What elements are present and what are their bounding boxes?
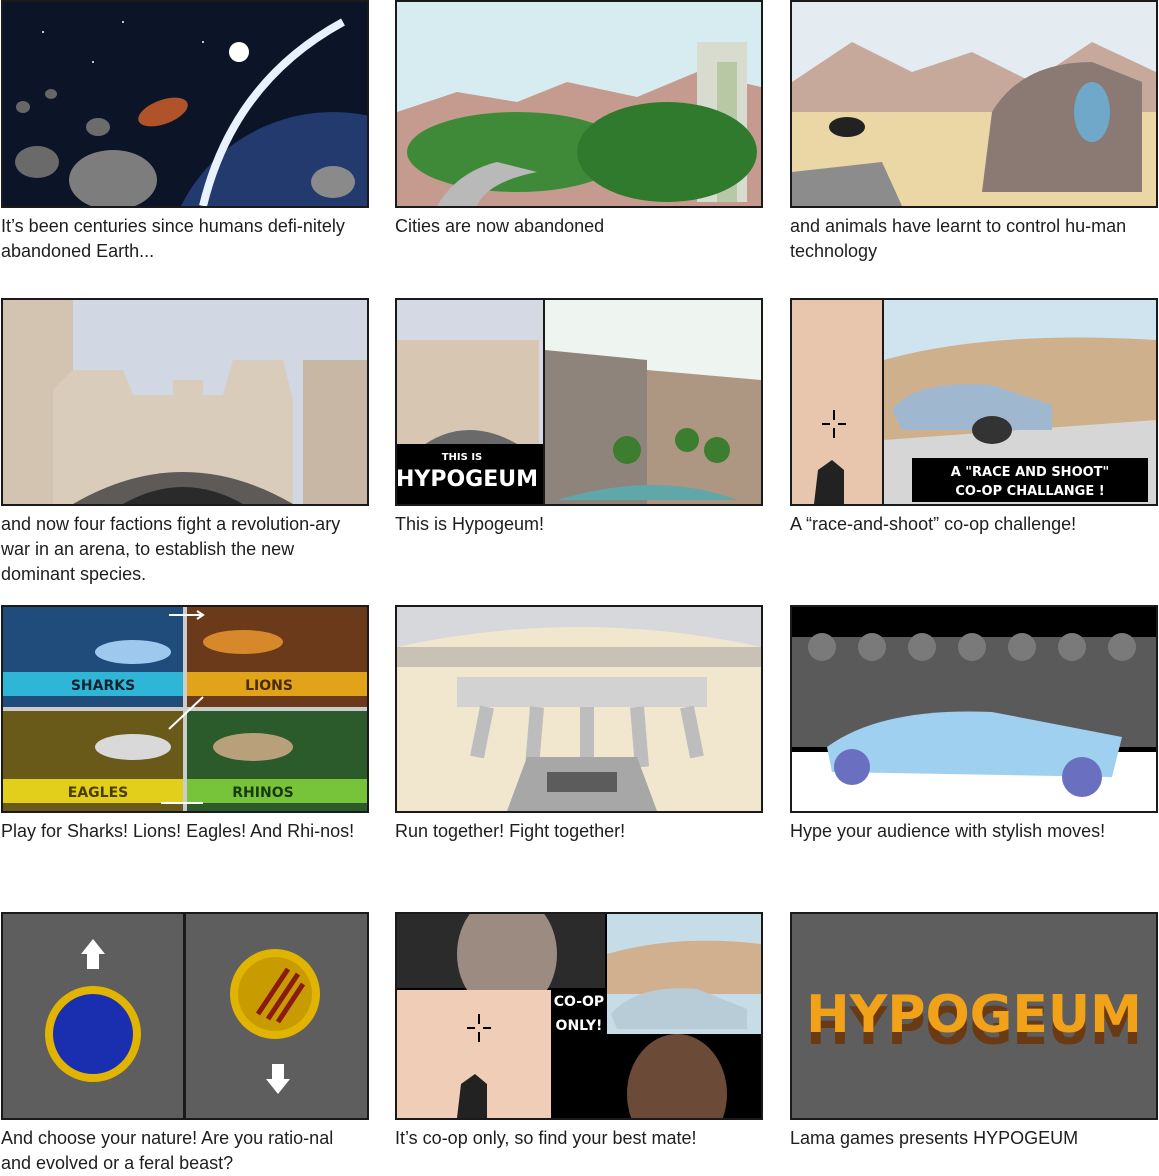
svg-text:HYPOGEUM: HYPOGEUM xyxy=(397,467,538,492)
svg-text:SHARKS: SHARKS xyxy=(71,678,135,694)
crowd-car-illustration xyxy=(790,605,1158,813)
frame-caption: and animals have learnt to control hu-ma… xyxy=(790,216,1127,261)
arena-walls-illustration xyxy=(1,298,369,506)
frame-caption: Run together! Fight together! xyxy=(395,821,626,841)
frame-caption: Lama games presents HYPOGEUM xyxy=(790,1128,1079,1148)
choose-nature-illustration xyxy=(1,912,369,1120)
abandoned-city-illustration xyxy=(395,0,763,208)
coop-only-illustration: CO-OP ONLY! xyxy=(395,912,763,1120)
svg-text:CO-OP CHALLANGE !: CO-OP CHALLANGE ! xyxy=(955,484,1104,499)
frame-caption: Cities are now abandoned xyxy=(395,216,605,236)
frame-caption: It’s co-op only, so find your best mate! xyxy=(395,1128,697,1148)
svg-text:RHINOS: RHINOS xyxy=(232,785,293,801)
hypogeum-logo-illustration: HYPOGEUM HYPOGEUM xyxy=(790,912,1158,1120)
frame-caption: Hype your audience with stylish moves! xyxy=(790,821,1106,841)
space-asteroids-illustration xyxy=(1,0,369,208)
svg-text:HYPOGEUM: HYPOGEUM xyxy=(806,985,1142,1045)
hypogeum-intro-illustration: THIS IS HYPOGEUM xyxy=(395,298,763,506)
factions-illustration: SHARKS LIONS EAGLES RHINOS xyxy=(1,605,369,813)
svg-text:THIS IS: THIS IS xyxy=(442,452,483,463)
desert-tank-illustration xyxy=(790,0,1158,208)
frame-caption: This is Hypogeum! xyxy=(395,514,545,534)
frame-caption: Play for Sharks! Lions! Eagles! And Rhi-… xyxy=(1,821,355,841)
race-and-shoot-illustration: A "RACE AND SHOOT" CO-OP CHALLANGE ! xyxy=(790,298,1158,506)
svg-text:ONLY!: ONLY! xyxy=(556,1018,603,1034)
frame-caption: It’s been centuries since humans defi-ni… xyxy=(1,216,345,261)
svg-text:A "RACE AND SHOOT": A "RACE AND SHOOT" xyxy=(951,465,1110,480)
svg-text:EAGLES: EAGLES xyxy=(68,785,128,801)
svg-text:LIONS: LIONS xyxy=(245,678,293,694)
frame-caption: A “race-and-shoot” co-op challenge! xyxy=(790,514,1077,534)
frame-caption: and now four factions fight a revolution… xyxy=(1,514,341,584)
svg-text:CO-OP: CO-OP xyxy=(554,994,604,1010)
bone-arena-car-illustration xyxy=(395,605,763,813)
frame-caption: And choose your nature! Are you ratio-na… xyxy=(1,1128,334,1173)
